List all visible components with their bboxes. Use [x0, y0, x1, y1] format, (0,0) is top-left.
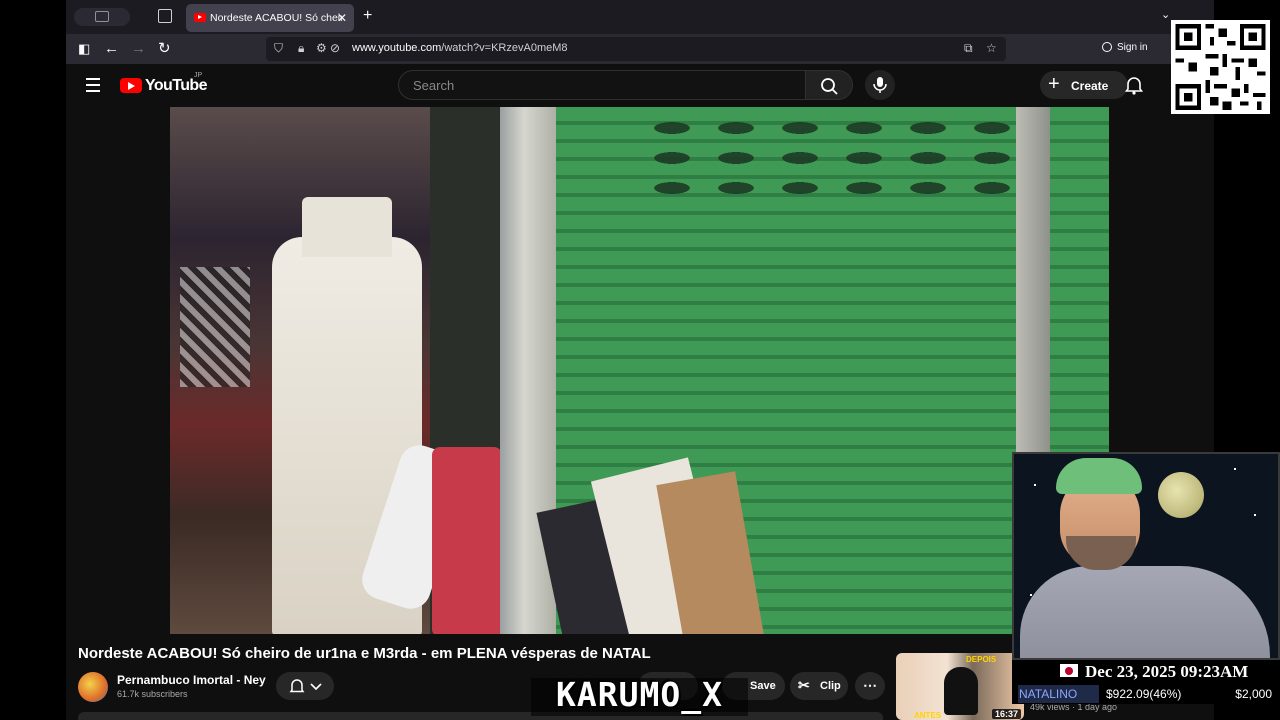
shutter-vents — [640, 113, 1020, 203]
channel-avatar[interactable] — [78, 672, 108, 702]
streamer-watermark: KARUMO_X — [556, 675, 723, 714]
search-button[interactable] — [806, 70, 853, 100]
sidebar-icon — [95, 11, 109, 22]
scissors-icon: ✂ — [798, 677, 810, 693]
qr-code — [1171, 20, 1270, 114]
thumb-label-before: ANTES — [914, 711, 942, 720]
patterned-fabric — [180, 267, 250, 387]
donation-symbol: NATALINO — [1018, 685, 1099, 703]
forward-button[interactable]: → — [131, 40, 146, 58]
pixel-moon — [1158, 472, 1204, 518]
microphone-icon — [873, 77, 887, 93]
url-bar[interactable]: ⛉ 🔒︎ ⚙ ⊘ www.youtube.com/watch?v=KRzevA0… — [266, 37, 1006, 61]
youtube-wordmark: YouTube — [145, 77, 207, 94]
masked-figure — [944, 667, 978, 715]
reload-button[interactable]: ↻ — [158, 40, 171, 58]
lock-icon[interactable]: 🔒︎ — [298, 41, 304, 56]
notification-settings-button[interactable] — [276, 672, 334, 700]
streamer-body — [1020, 566, 1270, 658]
create-button[interactable]: + Create — [1040, 71, 1128, 99]
browser-nav-bar: ◧ ← → ↻ ⛉ 🔒︎ ⚙ ⊘ www.youtube.com/watch?v… — [66, 34, 1214, 64]
close-tab-icon[interactable]: ✕ — [337, 11, 347, 25]
list-tabs-chevron-icon[interactable]: ⌄ — [1161, 8, 1170, 21]
url-path: /watch?v=KRzevA0meM8 — [441, 42, 568, 54]
tab-title: Nordeste ACABOU! Só cheiro de — [210, 12, 342, 24]
youtube-header: YouTube JP + Create — [66, 64, 1214, 107]
thumb-label-after: DEPOIS — [966, 655, 997, 664]
star — [1254, 514, 1256, 516]
picture-in-picture-icon[interactable]: ⧉ — [964, 41, 973, 56]
sidebar-panel-icon[interactable]: ◧ — [78, 40, 90, 58]
browser-tab-active[interactable]: Nordeste ACABOU! Só cheiro de ✕ — [186, 4, 354, 32]
red-bag — [432, 447, 502, 634]
account-icon — [1102, 42, 1112, 52]
url-host: www.youtube.com — [352, 42, 442, 54]
sidebar-toggle-button[interactable] — [74, 8, 130, 26]
clip-button[interactable]: ✂ Clip — [790, 672, 848, 700]
search-icon — [821, 78, 838, 95]
webcam-overlay — [1012, 452, 1280, 660]
video-player[interactable] — [170, 107, 1109, 634]
sign-in-label: Sign in — [1117, 42, 1148, 53]
youtube-play-logo-icon — [120, 78, 142, 93]
subscriber-count: 61.7k subscribers — [117, 689, 188, 699]
donation-goal: $2,000 — [1235, 687, 1272, 701]
description-box[interactable] — [78, 712, 883, 720]
video-title: Nordeste ACABOU! Só cheiro de ur1na e M3… — [78, 645, 651, 662]
japan-flag-icon — [1060, 664, 1078, 677]
star — [1034, 484, 1036, 486]
browser-tab-strip: Nordeste ACABOU! Só cheiro de ✕ + ⌄ — [66, 0, 1214, 34]
bookmark-star-icon[interactable]: ☆ — [986, 41, 997, 55]
donation-ticker: NATALINO $922.09(46%) $2,000 — [1012, 684, 1280, 704]
back-button[interactable]: ← — [104, 40, 119, 58]
search-input[interactable] — [411, 77, 795, 94]
sign-in-button[interactable]: Sign in — [1102, 42, 1148, 53]
tracking-shield-icon[interactable]: ⛉ — [274, 41, 283, 56]
date-banner: Dec 23, 2025 09:23AM — [1012, 660, 1280, 684]
donation-amount: $922.09(46%) — [1106, 687, 1182, 701]
save-label: Save — [750, 680, 776, 692]
blocked-media-icon[interactable]: ⊘ — [330, 41, 340, 55]
permissions-icon[interactable]: ⚙ — [316, 41, 327, 55]
qr-code-icon — [1175, 24, 1266, 110]
hamburger-menu-icon[interactable] — [86, 78, 100, 96]
tab-overview-icon[interactable] — [158, 9, 172, 23]
clip-label: Clip — [820, 680, 841, 692]
star — [1234, 468, 1236, 470]
streamer-cap — [1056, 458, 1142, 494]
url-text[interactable]: www.youtube.com/watch?v=KRzevA0meM8 — [352, 42, 568, 54]
youtube-favicon-icon — [194, 13, 206, 22]
new-tab-button[interactable]: + — [363, 7, 372, 25]
search-box — [398, 70, 806, 100]
video-duration: 16:37 — [991, 709, 1021, 719]
create-label: Create — [1071, 79, 1109, 93]
more-actions-icon[interactable]: ⋯ — [855, 672, 885, 700]
stream-datetime: Dec 23, 2025 09:23AM — [1085, 662, 1249, 681]
channel-name[interactable]: Pernambuco Imortal - Ney — [117, 673, 266, 687]
country-code: JP — [194, 72, 203, 79]
streamer-beard — [1066, 536, 1136, 570]
bell-chevron-icon — [289, 679, 322, 693]
recommended-video-thumbnail[interactable]: DEPOIS ANTES 16:37 — [896, 653, 1024, 720]
notifications-bell-icon[interactable] — [1125, 75, 1143, 95]
voice-search-button[interactable] — [865, 70, 895, 100]
plus-icon: + — [1048, 73, 1060, 95]
